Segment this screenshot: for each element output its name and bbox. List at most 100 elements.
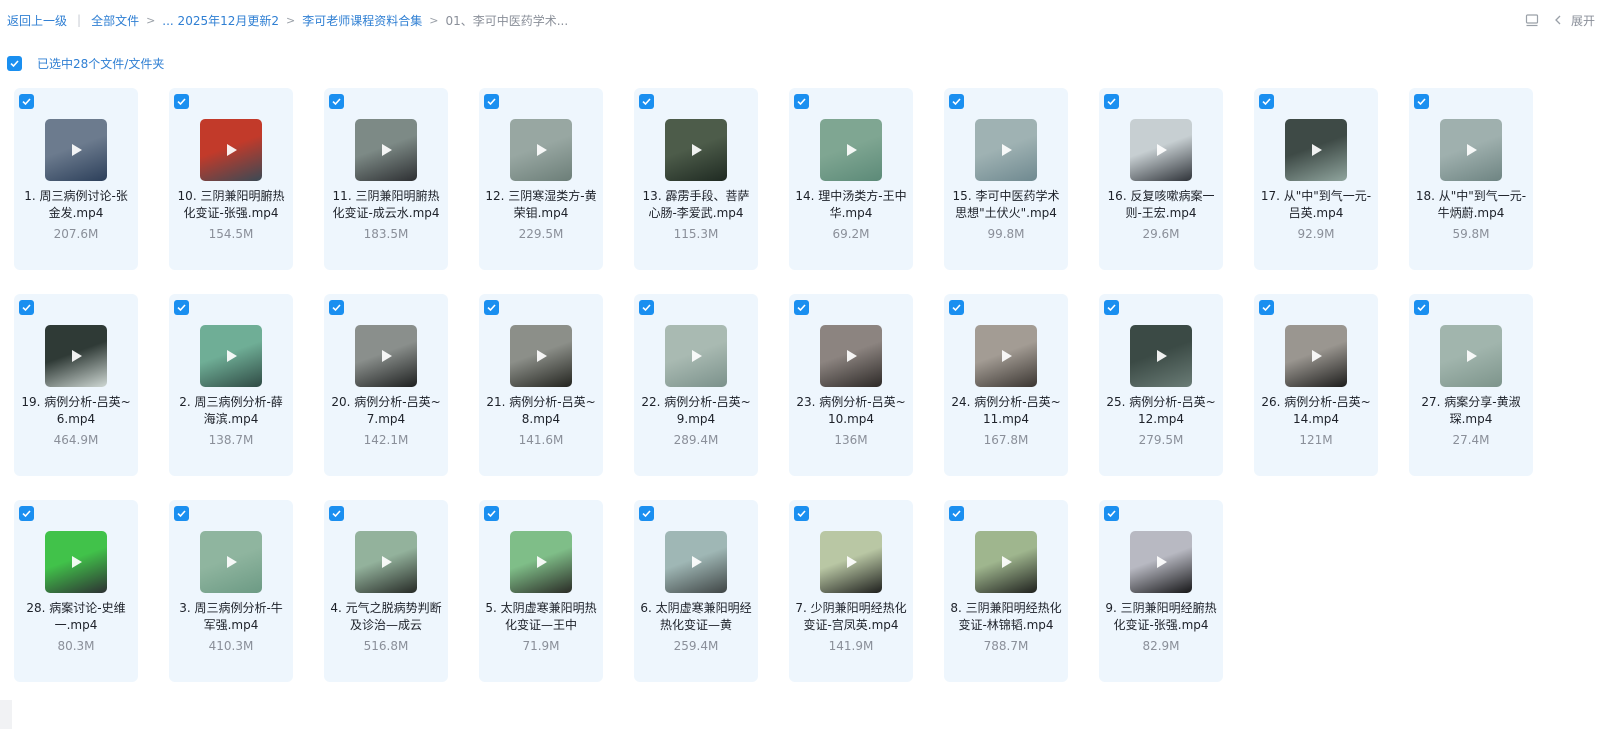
video-thumbnail[interactable] <box>975 119 1037 181</box>
file-checkbox[interactable] <box>174 94 189 109</box>
file-card[interactable]: 6. 太阴虚寒兼阳明经热化变证—黄 259.4M <box>634 500 758 682</box>
breadcrumb-course-folder[interactable]: 李可老师课程资料合集 <box>302 12 422 29</box>
video-thumbnail[interactable] <box>1440 325 1502 387</box>
file-card[interactable]: 23. 病例分析-吕英~10.mp4 136M <box>789 294 913 476</box>
video-thumbnail[interactable] <box>975 531 1037 593</box>
file-card[interactable]: 27. 病案分享-黄淑琛.mp4 27.4M <box>1409 294 1533 476</box>
file-checkbox[interactable] <box>1104 506 1119 521</box>
file-card[interactable]: 9. 三阴兼阳明经腑热化变证-张强.mp4 82.9M <box>1099 500 1223 682</box>
video-thumbnail[interactable] <box>45 531 107 593</box>
file-checkbox[interactable] <box>949 506 964 521</box>
file-card[interactable]: 13. 霹雳手段、菩萨心肠-李爱武.mp4 115.3M <box>634 88 758 270</box>
video-thumbnail[interactable] <box>1130 531 1192 593</box>
chevron-right-icon: > <box>286 13 296 27</box>
video-thumbnail[interactable] <box>1130 119 1192 181</box>
file-card[interactable]: 12. 三阴寒湿类方-黄荣钼.mp4 229.5M <box>479 88 603 270</box>
file-checkbox[interactable] <box>1259 300 1274 315</box>
breadcrumb-update-folder[interactable]: ... 2025年12月更新2 <box>162 12 279 29</box>
video-thumbnail[interactable] <box>820 325 882 387</box>
expand-button[interactable]: 展开 <box>1551 12 1595 29</box>
video-thumbnail[interactable] <box>355 325 417 387</box>
file-card[interactable]: 2. 周三病例分析-薛海滨.mp4 138.7M <box>169 294 293 476</box>
file-checkbox[interactable] <box>19 506 34 521</box>
video-thumbnail[interactable] <box>820 119 882 181</box>
file-card[interactable]: 20. 病例分析-吕英~7.mp4 142.1M <box>324 294 448 476</box>
file-checkbox[interactable] <box>639 506 654 521</box>
file-checkbox[interactable] <box>794 300 809 315</box>
video-thumbnail[interactable] <box>200 325 262 387</box>
video-thumbnail[interactable] <box>510 325 572 387</box>
video-thumbnail[interactable] <box>1130 325 1192 387</box>
file-checkbox[interactable] <box>329 300 344 315</box>
file-checkbox[interactable] <box>794 94 809 109</box>
file-size: 29.6M <box>1142 227 1180 241</box>
video-thumbnail[interactable] <box>45 325 107 387</box>
back-link[interactable]: 返回上一级 <box>7 12 67 29</box>
video-thumbnail[interactable] <box>1285 119 1347 181</box>
video-thumbnail[interactable] <box>1440 119 1502 181</box>
file-checkbox[interactable] <box>484 506 499 521</box>
file-checkbox[interactable] <box>1104 94 1119 109</box>
breadcrumb-all-files[interactable]: 全部文件 <box>91 12 139 29</box>
file-card[interactable]: 25. 病例分析-吕英~12.mp4 279.5M <box>1099 294 1223 476</box>
video-thumbnail[interactable] <box>665 531 727 593</box>
file-checkbox[interactable] <box>1414 94 1429 109</box>
video-thumbnail[interactable] <box>665 119 727 181</box>
file-checkbox[interactable] <box>639 300 654 315</box>
file-checkbox[interactable] <box>949 94 964 109</box>
file-checkbox[interactable] <box>639 94 654 109</box>
scrollbar[interactable] <box>0 700 12 729</box>
video-thumbnail[interactable] <box>975 325 1037 387</box>
file-card[interactable]: 4. 元气之脱病势判断及诊治—成云 516.8M <box>324 500 448 682</box>
file-card[interactable]: 24. 病例分析-吕英~11.mp4 167.8M <box>944 294 1068 476</box>
file-checkbox[interactable] <box>1104 300 1119 315</box>
file-card[interactable]: 28. 病案讨论-史维一.mp4 80.3M <box>14 500 138 682</box>
file-card[interactable]: 1. 周三病例讨论-张金发.mp4 207.6M <box>14 88 138 270</box>
video-thumbnail[interactable] <box>355 119 417 181</box>
file-checkbox[interactable] <box>484 300 499 315</box>
file-checkbox[interactable] <box>484 94 499 109</box>
file-checkbox[interactable] <box>174 506 189 521</box>
video-thumbnail[interactable] <box>200 531 262 593</box>
file-card[interactable]: 22. 病例分析-吕英~9.mp4 289.4M <box>634 294 758 476</box>
file-size: 99.8M <box>987 227 1025 241</box>
file-checkbox[interactable] <box>794 506 809 521</box>
file-checkbox[interactable] <box>1414 300 1429 315</box>
breadcrumb-divider: | <box>77 13 82 27</box>
file-checkbox[interactable] <box>329 94 344 109</box>
file-card[interactable]: 17. 从"中"到气一元-吕英.mp4 92.9M <box>1254 88 1378 270</box>
video-thumbnail[interactable] <box>665 325 727 387</box>
file-card[interactable]: 19. 病例分析-吕英~6.mp4 464.9M <box>14 294 138 476</box>
file-card[interactable]: 15. 李可中医药学术思想"土伏火".mp4 99.8M <box>944 88 1068 270</box>
file-size: 259.4M <box>673 639 719 653</box>
file-card[interactable]: 14. 理中汤类方-王中华.mp4 69.2M <box>789 88 913 270</box>
video-thumbnail[interactable] <box>355 531 417 593</box>
file-card[interactable]: 16. 反复咳嗽病案一则-王宏.mp4 29.6M <box>1099 88 1223 270</box>
file-size: 516.8M <box>363 639 409 653</box>
file-card[interactable]: 26. 病例分析-吕英~14.mp4 121M <box>1254 294 1378 476</box>
file-checkbox[interactable] <box>1259 94 1274 109</box>
file-card[interactable]: 10. 三阴兼阳明腑热化变证-张强.mp4 154.5M <box>169 88 293 270</box>
file-card[interactable]: 21. 病例分析-吕英~8.mp4 141.6M <box>479 294 603 476</box>
file-checkbox[interactable] <box>329 506 344 521</box>
file-card[interactable]: 11. 三阴兼阳明腑热化变证-成云水.mp4 183.5M <box>324 88 448 270</box>
video-thumbnail[interactable] <box>820 531 882 593</box>
panel-icon[interactable] <box>1525 13 1539 27</box>
file-checkbox[interactable] <box>19 300 34 315</box>
video-thumbnail[interactable] <box>200 119 262 181</box>
file-card[interactable]: 7. 少阴兼阳明经热化变证-宫凤英.mp4 141.9M <box>789 500 913 682</box>
video-thumbnail[interactable] <box>1285 325 1347 387</box>
file-card[interactable]: 8. 三阴兼阳明经热化变证-林锦韬.mp4 788.7M <box>944 500 1068 682</box>
video-thumbnail[interactable] <box>510 119 572 181</box>
file-card[interactable]: 3. 周三病例分析-牛军强.mp4 410.3M <box>169 500 293 682</box>
file-checkbox[interactable] <box>174 300 189 315</box>
select-all-checkbox[interactable] <box>7 55 22 71</box>
file-checkbox[interactable] <box>19 94 34 109</box>
file-card[interactable]: 5. 太阴虚寒兼阳明热化变证—王中 71.9M <box>479 500 603 682</box>
video-thumbnail[interactable] <box>45 119 107 181</box>
file-checkbox[interactable] <box>949 300 964 315</box>
file-card[interactable]: 18. 从"中"到气一元-牛炳蔚.mp4 59.8M <box>1409 88 1533 270</box>
chevron-left-icon <box>1551 13 1565 27</box>
file-name: 3. 周三病例分析-牛军强.mp4 <box>179 601 283 632</box>
video-thumbnail[interactable] <box>510 531 572 593</box>
